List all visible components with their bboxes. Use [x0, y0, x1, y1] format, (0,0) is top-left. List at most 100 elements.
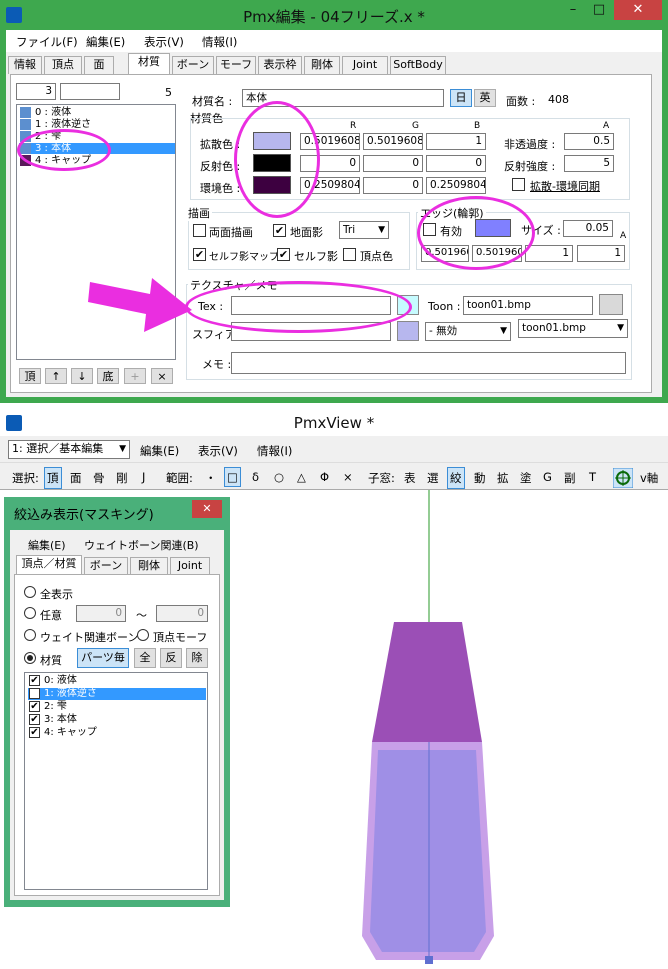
toon-input[interactable]: toon01.bmp [463, 296, 593, 315]
mask-tab-rigid[interactable]: 剛体 [130, 557, 168, 574]
any-from-input[interactable]: 0 [76, 605, 126, 622]
minimize-button[interactable]: – [560, 0, 586, 20]
tab-face[interactable]: 面 [84, 56, 114, 74]
select-joint-button[interactable]: J [142, 470, 145, 484]
material-index-input[interactable]: 3 [16, 83, 56, 100]
mask-menu-edit[interactable]: 編集(E) [28, 537, 66, 553]
range-phi-button[interactable]: Φ [320, 470, 329, 484]
radio-show-all[interactable] [24, 586, 36, 598]
remove-button[interactable]: 除 [186, 648, 208, 668]
move-down-button[interactable]: ↓ [71, 368, 93, 384]
move-top-button[interactable]: 頂 [19, 368, 41, 384]
tab-bone[interactable]: ボーン [172, 56, 214, 74]
mask-tab-joint[interactable]: Joint [170, 557, 210, 574]
radio-material[interactable] [24, 652, 36, 664]
per-part-button[interactable]: パーツ毎 [77, 648, 129, 668]
crosshair-icon[interactable] [613, 468, 633, 488]
mask-item-checkbox[interactable] [29, 688, 40, 699]
alpha-input[interactable]: 0.5 [564, 133, 614, 150]
select-all-button[interactable]: 全 [134, 648, 156, 668]
tab-material[interactable]: 材質 [128, 53, 170, 75]
tab-vertex[interactable]: 頂点 [44, 56, 82, 74]
subwin-t-button[interactable]: T [589, 470, 596, 484]
mask-list-item[interactable]: ✔ 4: キャップ [28, 727, 206, 739]
mask-list-item[interactable]: ✔ 2: 雫 [28, 701, 206, 713]
toon-color-swatch[interactable] [599, 294, 623, 315]
subwin-g-button[interactable]: G [543, 470, 552, 484]
subwin-paint-button[interactable]: 塗 [520, 470, 532, 486]
editor-titlebar[interactable]: Pmx編集 - 04フリーズ.x * – □ ✕ [0, 0, 668, 30]
radio-any[interactable] [24, 607, 36, 619]
mode-select[interactable]: 1: 選択／基本編集 ▼ [8, 440, 130, 459]
lang-en-button[interactable]: 英 [474, 89, 496, 107]
select-vertex-button[interactable]: 頂 [44, 467, 62, 489]
memo-input[interactable] [231, 352, 626, 374]
radio-vertex-morph[interactable] [137, 629, 149, 641]
move-bottom-button[interactable]: 底 [97, 368, 119, 384]
viewer-menu-info[interactable]: 情報(I) [257, 443, 292, 459]
close-button[interactable]: ✕ [614, 0, 662, 20]
move-up-button[interactable]: ↑ [45, 368, 67, 384]
tri-select[interactable]: Tri ▼ [339, 221, 389, 239]
invert-button[interactable]: 反 [160, 648, 182, 668]
tab-display-frame[interactable]: 表示枠 [258, 56, 302, 74]
maximize-button[interactable]: □ [586, 0, 612, 20]
tab-info[interactable]: 情報 [8, 56, 42, 74]
vertex-color-checkbox[interactable] [343, 248, 356, 261]
select-face-button[interactable]: 面 [70, 470, 82, 486]
subwin-scale-button[interactable]: 拡 [497, 470, 509, 486]
diffuse-g-input[interactable]: 0.5019608 [363, 133, 423, 150]
viewer-titlebar[interactable]: PmxView * [0, 410, 668, 436]
mask-item-checkbox[interactable]: ✔ [29, 714, 40, 725]
delete-material-button[interactable]: × [151, 368, 173, 384]
range-clear-button[interactable]: × [343, 470, 353, 484]
list-item[interactable]: 0 : 液体 [19, 107, 175, 118]
edge-a-input[interactable]: 1 [577, 245, 625, 262]
mask-item-checkbox[interactable]: ✔ [29, 701, 40, 712]
diffuse-b-input[interactable]: 1 [426, 133, 486, 150]
specular-b-input[interactable]: 0 [426, 155, 486, 172]
any-to-input[interactable]: 0 [156, 605, 208, 622]
mask-item-checkbox[interactable]: ✔ [29, 727, 40, 738]
menu-edit[interactable]: 編集(E) [86, 34, 125, 50]
range-circle-button[interactable]: ○ [274, 470, 284, 484]
spec-power-input[interactable]: 5 [564, 155, 614, 172]
sphere-mode-select[interactable]: - 無効 ▼ [425, 322, 511, 341]
select-rigid-button[interactable]: 剛 [116, 470, 128, 486]
subwin-select-button[interactable]: 選 [427, 470, 439, 486]
sphere-color-swatch[interactable] [397, 321, 419, 341]
lang-jp-button[interactable]: 日 [450, 89, 472, 107]
mask-list-item[interactable]: ✔ 3: 本体 [28, 714, 206, 726]
range-triangle-button[interactable]: △ [297, 470, 306, 484]
material-search-input[interactable] [60, 83, 120, 100]
tab-rigidbody[interactable]: 剛体 [304, 56, 340, 74]
specular-g-input[interactable]: 0 [363, 155, 423, 172]
mask-tab-vertex-material[interactable]: 頂点／材質 [16, 555, 82, 574]
mask-material-list[interactable]: ✔ 0: 液体 1: 液体逆さ ✔ 2: 雫 ✔ 3: 本体 ✔ 4: キャップ [24, 672, 208, 890]
add-material-button[interactable]: + [124, 368, 146, 384]
tab-joint[interactable]: Joint [342, 56, 388, 74]
viewer-menu-view[interactable]: 表示(V) [198, 443, 238, 459]
v-axis-button[interactable]: v軸 [640, 470, 658, 486]
tab-softbody[interactable]: SoftBody [390, 56, 446, 74]
range-point-button[interactable]: ・ [205, 470, 217, 486]
toon-select[interactable]: toon01.bmp ▼ [518, 319, 628, 338]
self-shadow-checkbox[interactable]: ✔ [277, 248, 290, 261]
ambient-g-input[interactable]: 0 [363, 177, 423, 194]
double-sided-checkbox[interactable] [193, 224, 206, 237]
sync-checkbox[interactable] [512, 178, 525, 191]
mask-close-button[interactable]: ✕ [192, 500, 222, 518]
list-item[interactable]: 1 : 液体逆さ [19, 119, 175, 130]
subwin-move-button[interactable]: 動 [474, 470, 486, 486]
select-bone-button[interactable]: 骨 [93, 470, 105, 486]
range-delta-button[interactable]: δ [252, 470, 259, 484]
subwin-sub-button[interactable]: 副 [564, 470, 576, 486]
mask-list-item-selected[interactable]: 1: 液体逆さ [28, 688, 206, 700]
mask-item-checkbox[interactable]: ✔ [29, 675, 40, 686]
tab-morph[interactable]: モーフ [216, 56, 256, 74]
menu-file[interactable]: ファイル(F) [16, 34, 78, 50]
ambient-b-input[interactable]: 0.2509804 [426, 177, 486, 194]
edge-size-input[interactable]: 0.05 [563, 220, 613, 237]
subwin-filter-button[interactable]: 絞 [447, 467, 465, 489]
ground-shadow-checkbox[interactable]: ✔ [273, 224, 286, 237]
